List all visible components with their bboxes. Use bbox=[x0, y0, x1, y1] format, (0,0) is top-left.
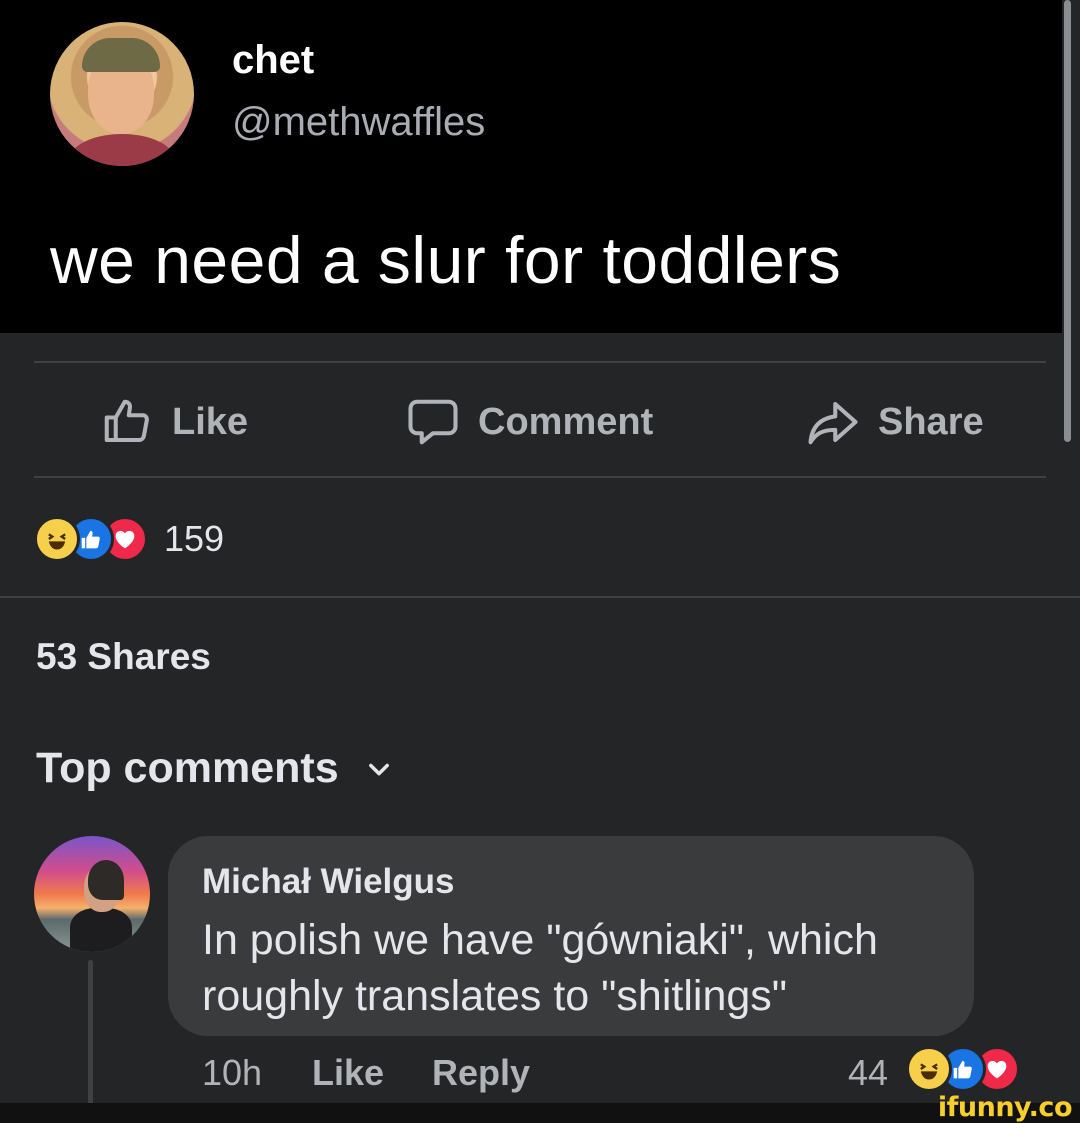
post-reactions[interactable]: 159 bbox=[34, 514, 224, 564]
tweet-author-handle: @methwaffles bbox=[232, 100, 486, 144]
share-button[interactable]: Share bbox=[806, 392, 984, 452]
like-label: Like bbox=[172, 400, 249, 443]
divider bbox=[34, 476, 1046, 478]
share-label: Share bbox=[878, 400, 984, 443]
tweet-author-name: chet bbox=[232, 38, 315, 82]
ifunny-watermark: ifunny.co bbox=[937, 1092, 1073, 1123]
chevron-down-icon bbox=[368, 763, 389, 775]
haha-reaction-icon bbox=[906, 1046, 952, 1092]
tweet-text: we need a slur for toddlers bbox=[50, 223, 842, 297]
shares-count[interactable]: 53 Shares bbox=[36, 636, 211, 678]
bottom-bar bbox=[0, 1103, 1080, 1123]
embedded-tweet: chet @methwaffles we need a slur for tod… bbox=[0, 0, 1062, 333]
scrollbar[interactable] bbox=[1064, 0, 1071, 442]
comment-bubble: Michał Wielgus In polish we have "gównia… bbox=[168, 836, 974, 1036]
tweet-avatar[interactable] bbox=[50, 22, 194, 166]
comment-reaction-count: 44 bbox=[848, 1052, 889, 1093]
comment-text: In polish we have "gówniaki", which roug… bbox=[202, 916, 878, 1020]
comment-reply-button[interactable]: Reply bbox=[432, 1052, 530, 1094]
comment-icon bbox=[408, 399, 458, 445]
commenter-avatar[interactable] bbox=[34, 836, 150, 952]
thumbs-up-icon bbox=[104, 399, 149, 443]
thread-line bbox=[88, 960, 93, 1110]
comment-sort-label: Top comments bbox=[36, 744, 339, 792]
comment-like-button[interactable]: Like bbox=[312, 1052, 384, 1094]
comment-reactions[interactable] bbox=[906, 1046, 1020, 1092]
divider bbox=[34, 361, 1046, 363]
comment-label: Comment bbox=[478, 400, 654, 443]
share-icon bbox=[808, 401, 858, 445]
divider bbox=[0, 596, 1080, 598]
commenter-name[interactable]: Michał Wielgus bbox=[202, 862, 455, 902]
reaction-count: 159 bbox=[164, 518, 225, 559]
like-button[interactable]: Like bbox=[100, 392, 248, 452]
comment-button[interactable]: Comment bbox=[406, 392, 653, 452]
comment-sort-dropdown[interactable]: Top comments bbox=[36, 744, 393, 793]
comment-timestamp[interactable]: 10h bbox=[202, 1052, 262, 1094]
haha-reaction-icon bbox=[34, 516, 80, 562]
